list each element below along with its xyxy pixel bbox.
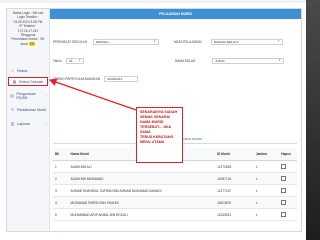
user-info-line: Login Terakhir : 04.09.2024 3:38 PM (13, 15, 43, 24)
cell-bil: 2 (53, 172, 69, 185)
sidebar-item-rekod-sekolah[interactable]: ▦ Rekod Sekolah (8, 77, 48, 86)
cell-delete (279, 196, 297, 209)
cell-id: 12172815 (215, 160, 254, 173)
column-header: Bil (53, 148, 69, 161)
sidebar-item-label: Rekod Sekolah (19, 79, 44, 84)
table-row: 4 MOHAMAD FARISH BIN SHAHDI 11823679 L (53, 196, 297, 209)
cell-name: MUHAMMAD ARIF AKMAL BIN ROZALI (68, 208, 216, 221)
page-title: PELAJARAN MURID (50, 9, 301, 19)
clipboard-icon: ▤ (10, 93, 15, 98)
cell-name: MOHAMAD FARISH BIN SHAHDI (68, 196, 216, 209)
cell-id: 11823679 (215, 196, 254, 209)
sidebar-item-label: Pengurusan PAJSK (16, 91, 36, 100)
sidebar-item-label: Laporan (17, 121, 31, 126)
subject-value: BAHASA MELAYU (214, 40, 239, 44)
user-role-label: Peruntukan modul : OK stuck (11, 37, 45, 46)
home-icon: ⌂ (11, 68, 14, 73)
chart-icon: ▥ (10, 121, 15, 126)
edit-icon: ✎ (10, 107, 15, 112)
chevron-right-icon: › (45, 121, 47, 126)
cell-gender: L (253, 208, 280, 221)
sidebar-item-laporan[interactable]: ▥ Laporan › (7, 119, 49, 128)
delete-checkbox[interactable] (281, 175, 287, 181)
table-row: 5 MUHAMMAD ARIF AKMAL BIN ROZALI 1214551… (53, 208, 297, 221)
chevron-down-icon: ▼ (277, 40, 280, 43)
sidebar-item-pentaksiran[interactable]: ✎ Pentaksiran Murid (7, 105, 49, 114)
chevron-down-icon: ▼ (153, 40, 156, 43)
chevron-down-icon: ▼ (78, 59, 81, 62)
cell-id: 12145512 (215, 208, 254, 221)
cell-gender: L (253, 196, 280, 209)
subject-label: MATA PELAJARAN (174, 40, 202, 44)
column-header: Hapus (279, 148, 297, 161)
cell-bil: 4 (53, 196, 69, 209)
sidebar-item-rekod[interactable]: ⌂ Rekod (7, 66, 49, 75)
class-value: JUJUR (215, 59, 225, 63)
school-level-select[interactable]: RENDAH ▼ (93, 39, 159, 45)
year-label: Tahun (53, 59, 62, 63)
sidebar-item-label: Pentaksiran Murid (17, 107, 46, 112)
user-info: Nama Login : Wir ssd Login Terakhir : 04… (9, 11, 47, 46)
form-row-level: PERINGKAT SEKOLAH RENDAH ▼ MATA PELAJARA… (53, 38, 283, 46)
cell-bil: 5 (53, 208, 69, 221)
delete-checkbox[interactable] (281, 199, 287, 205)
user-info-line: IP Terakhir : 172.16.17.241 (17, 24, 39, 33)
date-value: 01/09/2023 (107, 77, 123, 81)
subject-select[interactable]: BAHASA MELAYU ▼ (211, 39, 283, 45)
chevron-down-icon: ▼ (278, 59, 281, 62)
year-value: 3A (69, 59, 73, 63)
cell-gender: L (253, 160, 280, 173)
annotation-callout: SENARAINYA SUDAH SEMAK SENARAI NAMA MURI… (136, 107, 183, 163)
status-badge: OK (28, 41, 36, 46)
cell-bil: 3 (53, 184, 69, 197)
school-level-value: RENDAH (96, 40, 109, 44)
cell-name: ADAM BIN MOHAMAD (68, 172, 216, 185)
grid-icon: ▦ (12, 79, 17, 84)
slide-side-bar (306, 0, 320, 240)
year-select[interactable]: 3A ▼ (66, 58, 84, 64)
cell-id: 12067124 (215, 172, 254, 185)
form-row-year: Tahun 3A ▼ NAMA KELAS JUJUR ▼ (53, 57, 284, 65)
class-label: NAMA KELAS (175, 59, 196, 63)
cell-delete (279, 160, 297, 173)
date-label: TARIKH PAPIR DILAKSANAKAN (53, 77, 100, 81)
cell-delete (279, 184, 297, 197)
cell-delete (279, 172, 297, 185)
delete-checkbox[interactable] (281, 211, 287, 217)
table-row: 2 ADAM BIN MOHAMAD 12067124 L (53, 172, 297, 185)
cell-gender: L (253, 184, 280, 197)
sidebar: Nama Login : Wir ssd Login Terakhir : 04… (7, 9, 50, 231)
cell-bil: 1 (53, 160, 69, 173)
table-row: 3 AHMAD SHAHIDUL ZAFRAN BIN AHMAD MOHAMA… (53, 184, 297, 197)
user-info-line: Peruntukan modul : OK stuck OK (9, 37, 47, 46)
delete-checkbox[interactable] (281, 163, 287, 169)
column-header: ID Murid (215, 148, 254, 161)
cell-name: AHMAD SHAHIDUL ZAFRAN BIN AHMAD MOHAMAD … (68, 184, 216, 197)
cell-gender: L (253, 172, 280, 185)
column-header: Jantina (253, 148, 280, 161)
cell-delete (279, 208, 297, 221)
sidebar-item-label: Rekod (17, 68, 28, 73)
sidebar-item-pajsk[interactable]: ▤ Pengurusan PAJSK › (7, 91, 49, 100)
delete-checkbox[interactable] (281, 187, 287, 193)
school-level-label: PERINGKAT SEKOLAH (53, 40, 88, 44)
class-select[interactable]: JUJUR ▼ (212, 58, 284, 64)
date-input[interactable]: 01/09/2023 (104, 76, 138, 82)
cell-id: 12177247 (215, 184, 254, 197)
chevron-right-icon: › (45, 93, 47, 98)
form-row-date: TARIKH PAPIR DILAKSANAKAN 01/09/2023 (53, 75, 138, 83)
